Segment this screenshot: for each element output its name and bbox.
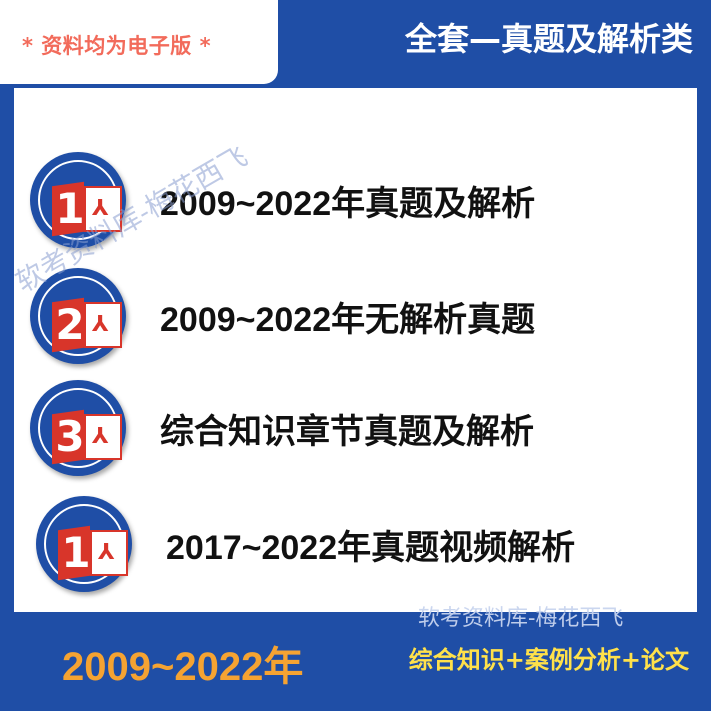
item-number: 3 [55,412,85,461]
list-item: ⅄ 1 2017~2022年真题视频解析 [36,496,686,592]
list-item: ⅄ 3 综合知识章节真题及解析 [30,380,680,476]
pdf-logo-icon: ⅄ [92,312,109,337]
header-left-label: * 资料均为电子版 * [22,34,212,58]
badge: ⅄ 1 [36,496,132,592]
pdf-logo-icon: ⅄ [92,424,109,449]
header-title: 全套—真题及解析类 [404,20,693,58]
badge-ring: ⅄ 3 [38,388,122,468]
header-label-box: * 资料均为电子版 * [0,0,278,84]
pdf-page-icon: ⅄ [90,530,128,576]
pdf-page-icon: ⅄ [84,414,122,460]
item-number: 2 [55,300,85,349]
item-label: 2017~2022年真题视频解析 [166,529,576,567]
item-label: 2009~2022年无解析真题 [160,301,536,339]
watermark-bottom: 软考资料库-梅花西飞 [418,606,624,631]
item-label: 综合知识章节真题及解析 [160,413,534,451]
list-item: ⅄ 2 2009~2022年无解析真题 [30,268,680,364]
footer-subjects: 综合知识+案例分析+论文 [408,646,689,674]
pdf-page-icon: ⅄ [84,302,122,348]
item-number: 1 [61,528,91,577]
pdf-logo-icon: ⅄ [98,540,115,565]
badge-ring: ⅄ 1 [44,504,128,584]
badge: ⅄ 3 [30,380,126,476]
footer-year-range: 2009~2022年 [62,645,304,689]
badge-ring: ⅄ 2 [38,276,122,356]
